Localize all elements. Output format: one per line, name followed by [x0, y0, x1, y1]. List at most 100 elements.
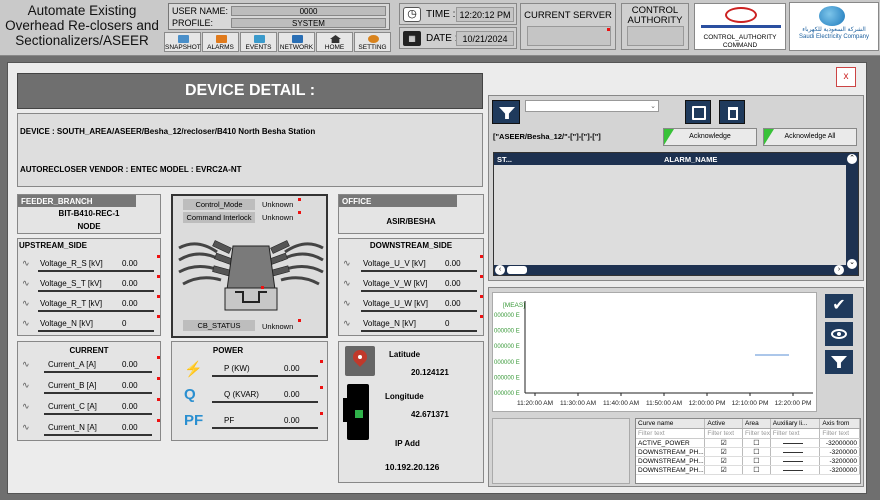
save-icon [692, 106, 706, 120]
office-value: ASIR/BESHA [386, 217, 436, 226]
curve-row[interactable]: DOWNSTREAM_PH... ☑ ☐ -3200000 [636, 466, 860, 475]
events-button[interactable]: EVENTS [240, 32, 277, 52]
save-button[interactable] [685, 100, 711, 124]
area-checkbox[interactable]: ☐ [743, 439, 771, 447]
grid-header-cell[interactable]: Curve name [636, 419, 706, 428]
setting-button[interactable]: SETTING [354, 32, 391, 52]
acknowledge-button[interactable]: Acknowledge [663, 128, 757, 146]
grid-filter-input[interactable]: Filter text [743, 429, 771, 438]
feeder-type: NODE [77, 222, 101, 231]
alarm-table: ST... ALARM_NAME ⌃ ⌄ ‹ › [493, 152, 859, 276]
alarm-filter-dropdown[interactable]: ⌄ [525, 100, 659, 112]
grid-header-cell[interactable]: Axis from [820, 419, 860, 428]
auxiliary-line-cell [771, 457, 821, 465]
grid-header-cell[interactable]: Active [705, 419, 744, 428]
scroll-left-icon[interactable]: ‹ [495, 265, 505, 275]
scroll-thumb[interactable] [507, 266, 527, 274]
check-marker-icon [664, 129, 674, 145]
trash-icon [728, 107, 738, 120]
curve-row[interactable]: DOWNSTREAM_PH... ☑ ☐ -3200000 [636, 448, 860, 457]
upstream-value: 0 [122, 319, 127, 328]
date-label: DATE : [426, 33, 458, 44]
trend-filter-button[interactable] [825, 350, 853, 374]
downstream-value: 0 [445, 319, 450, 328]
grid-header-cell[interactable]: Area [743, 419, 771, 428]
power-title: POWER [212, 346, 244, 355]
downstream-label: Voltage_U_W [kV] [363, 299, 428, 308]
vertical-scrollbar[interactable]: ⌃ ⌄ [846, 153, 858, 275]
active-checkbox[interactable]: ☑ [705, 448, 744, 456]
sine-wave-icon: ∿ [343, 318, 351, 328]
power-symbol-icon: Q [184, 386, 196, 403]
upstream-value: 0.00 [122, 279, 138, 288]
active-checkbox[interactable]: ☑ [705, 457, 744, 465]
downstream-underline [361, 330, 477, 332]
area-checkbox[interactable]: ☐ [743, 448, 771, 456]
curve-row[interactable]: ACTIVE_POWER ☑ ☐ -32000000 [636, 439, 860, 448]
area-checkbox[interactable]: ☐ [743, 457, 771, 465]
upstream-label: Voltage_R_T [kV] [40, 299, 103, 308]
control-authority-label: CONTROL AUTHORITY [627, 5, 683, 26]
longitude-label: Longitude [385, 392, 424, 401]
power-label: Q (KVAR) [224, 390, 259, 399]
device-detail-dialog: x DEVICE DETAIL : DEVICE : SOUTH_AREA/AS… [7, 62, 867, 494]
active-checkbox[interactable]: ☑ [705, 466, 744, 474]
delete-button[interactable] [719, 100, 745, 124]
sine-wave-icon: ∿ [22, 278, 30, 288]
power-underline [212, 427, 318, 429]
interlock-indicator [298, 211, 301, 214]
downstream-indicator [480, 275, 483, 278]
map-pin-icon [345, 346, 375, 376]
grid-filter-input[interactable]: Filter text [820, 429, 860, 438]
acknowledge-all-button[interactable]: Acknowledge All [763, 128, 857, 146]
grid-header-cell[interactable]: Auxiliary li... [771, 419, 821, 428]
device-path: DEVICE : SOUTH_AREA/ASEER/Besha_12/reclo… [20, 127, 316, 136]
scroll-right-icon[interactable]: › [834, 265, 844, 275]
interlock-label: Command Interlock [183, 212, 255, 223]
horizontal-scrollbar[interactable]: ‹ › [494, 265, 846, 275]
filter-button[interactable] [492, 100, 520, 124]
home-button[interactable]: HOME [316, 32, 353, 52]
curve-row[interactable]: DOWNSTREAM_PH... ☑ ☐ -3200000 [636, 457, 860, 466]
check-icon: ✔ [832, 297, 846, 314]
current-indicator [157, 398, 160, 401]
calendar-icon: ▦ [403, 31, 421, 46]
control-authority-command-button[interactable]: CONTROL_AUTHORITY COMMAND [694, 3, 786, 50]
home-icon [330, 35, 341, 43]
alarm-icon [216, 35, 227, 43]
network-button[interactable]: NETWORK [278, 32, 315, 52]
x-tick-label: 11:50:00 AM [646, 400, 682, 407]
downstream-underline [361, 310, 477, 312]
alarms-button[interactable]: ALARMS [202, 32, 239, 52]
upstream-underline [38, 270, 154, 272]
area-checkbox[interactable]: ☐ [743, 466, 771, 474]
events-label: EVENTS [245, 44, 272, 51]
downstream-underline [361, 290, 477, 292]
network-icon [292, 35, 303, 43]
y-tick-label: 000000 E [494, 313, 520, 319]
col-alarm-name[interactable]: ALARM_NAME [664, 155, 717, 164]
view-button[interactable] [825, 322, 853, 346]
recloser-panel: Control_Mode Unknown Command Interlock U… [171, 194, 328, 338]
col-status[interactable]: ST... [497, 155, 512, 164]
apply-button[interactable]: ✔ [825, 294, 853, 318]
auxiliary-line-cell [771, 448, 821, 456]
downstream-title: DOWNSTREAM_SIDE [369, 241, 453, 250]
x-tick-label: 12:20:00 PM [775, 400, 812, 407]
y-tick-label: 000000 E [494, 375, 520, 381]
close-button[interactable]: x [836, 67, 856, 87]
curve-name: ACTIVE_POWER [636, 439, 706, 447]
snapshot-button[interactable]: SNAPSHOT [164, 32, 201, 52]
scroll-up-icon[interactable]: ⌃ [847, 154, 857, 164]
chevron-down-icon: ⌄ [650, 103, 656, 110]
grid-filter-input[interactable]: Filter text [771, 429, 821, 438]
active-checkbox[interactable]: ☑ [705, 439, 744, 447]
current-label: Current_N [A] [48, 423, 97, 432]
downstream-value: 0.00 [445, 299, 461, 308]
trend-chart-svg: [MEAS] 000000 E 000000 E 000000 E 000000 E 00… [494, 301, 813, 407]
grid-filter-input[interactable]: Filter text [636, 429, 706, 438]
scroll-down-icon[interactable]: ⌄ [847, 259, 857, 269]
nav-buttons: SNAPSHOT ALARMS EVENTS NETWORK HOME SETT… [164, 32, 391, 52]
grid-filter-input[interactable]: Filter text [705, 429, 744, 438]
upstream-underline [38, 330, 154, 332]
